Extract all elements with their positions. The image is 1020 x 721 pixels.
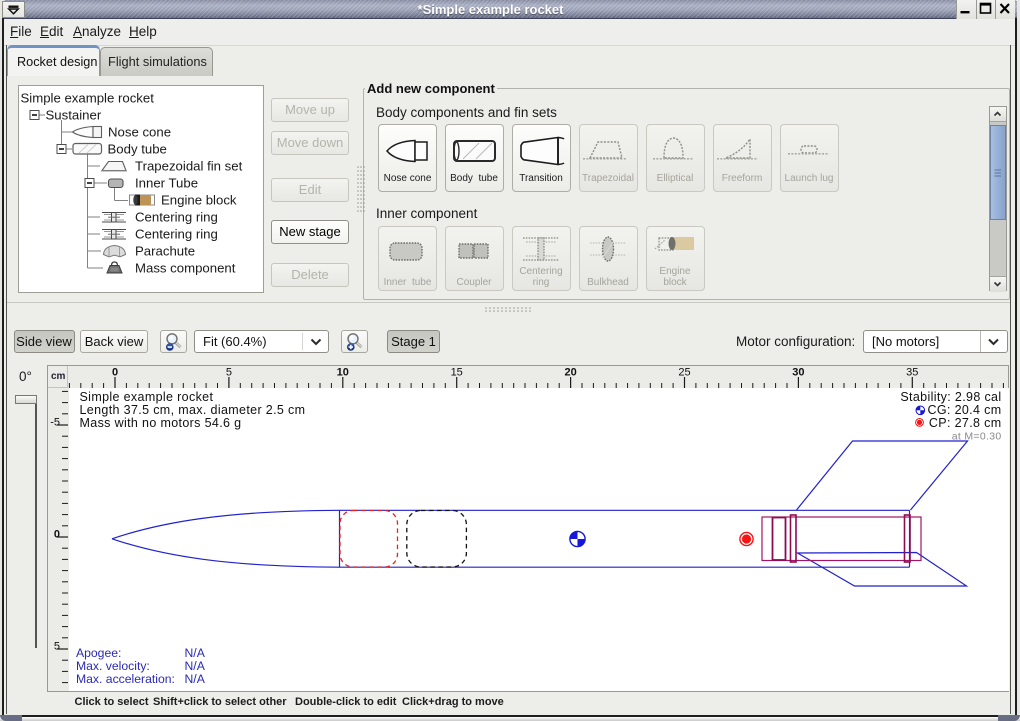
- svg-text:Stability: 2.98 cal: Stability: 2.98 cal: [900, 390, 1001, 404]
- svg-text:N/A: N/A: [184, 659, 205, 673]
- svg-text:Max. velocity:: Max. velocity:: [76, 659, 150, 673]
- svg-text:-5: -5: [50, 417, 60, 429]
- svg-text:Apogee:: Apogee:: [76, 646, 121, 660]
- svg-text:0: 0: [54, 529, 60, 541]
- svg-text:Simple example rocket: Simple example rocket: [79, 390, 213, 404]
- svg-text:30: 30: [792, 367, 804, 379]
- svg-text:at M=0.30: at M=0.30: [951, 431, 1001, 443]
- svg-text:10: 10: [337, 367, 349, 379]
- svg-text:Trapezoidal fin set: Trapezoidal fin set: [135, 159, 243, 174]
- svg-text:0: 0: [112, 367, 118, 379]
- svg-text:CP: 27.8 cm: CP: 27.8 cm: [928, 416, 1001, 430]
- svg-text:5: 5: [54, 641, 60, 653]
- svg-text:20: 20: [564, 367, 576, 379]
- svg-text:N/A: N/A: [184, 672, 205, 686]
- svg-text:15: 15: [451, 367, 463, 379]
- svg-text:Engine block: Engine block: [161, 193, 237, 208]
- svg-text:Centering ring: Centering ring: [135, 210, 218, 225]
- svg-text:CG: 20.4 cm: CG: 20.4 cm: [927, 403, 1001, 417]
- svg-text:Mass with no motors 54.6 g: Mass with no motors 54.6 g: [79, 416, 241, 430]
- svg-text:N/A: N/A: [184, 646, 205, 660]
- svg-text:Parachute: Parachute: [135, 244, 195, 259]
- svg-text:25: 25: [678, 367, 690, 379]
- svg-text:Inner Tube: Inner Tube: [135, 176, 198, 191]
- svg-text:Body tube: Body tube: [108, 142, 167, 157]
- svg-text:Nose cone: Nose cone: [108, 125, 171, 140]
- svg-text:35: 35: [906, 367, 918, 379]
- svg-text:5: 5: [226, 367, 232, 379]
- svg-text:Centering ring: Centering ring: [135, 227, 218, 242]
- svg-text:Length 37.5 cm, max. diameter: Length 37.5 cm, max. diameter 2.5 cm: [79, 403, 305, 417]
- svg-text:Sustainer: Sustainer: [46, 108, 102, 123]
- svg-text:Simple example rocket: Simple example rocket: [21, 91, 155, 106]
- svg-text:Max. acceleration:: Max. acceleration:: [76, 672, 175, 686]
- svg-text:Mass component: Mass component: [135, 261, 236, 276]
